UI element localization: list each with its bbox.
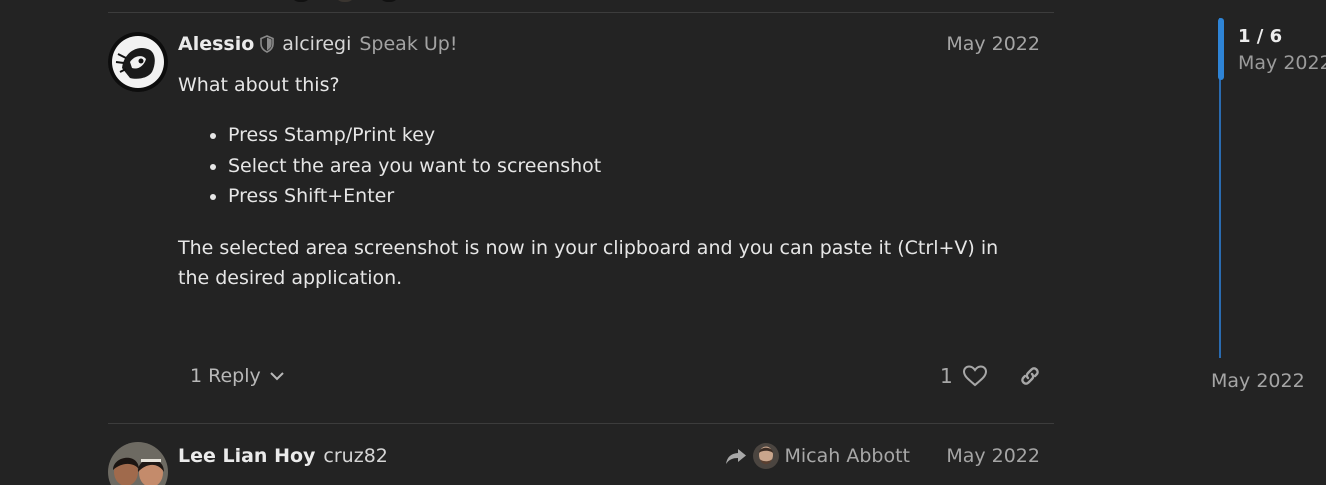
post-date[interactable]: May 2022 — [946, 442, 1040, 470]
author-full-name[interactable]: Lee Lian Hoy — [178, 445, 315, 467]
author-full-name[interactable]: Alessio — [178, 33, 254, 55]
list-item: Press Shift+Enter — [228, 181, 1028, 212]
post-body: What about this? Press Stamp/Print key S… — [178, 70, 1028, 293]
post-intro: What about this? — [178, 74, 340, 96]
timeline-position: 1 / 6 — [1238, 26, 1283, 47]
avatar[interactable] — [108, 32, 168, 92]
author-username[interactable]: alciregi — [282, 33, 351, 55]
show-replies-button[interactable]: 1 Reply — [190, 356, 285, 396]
list-item: Press Stamp/Print key — [228, 120, 1028, 151]
topic-page: Alessio alciregi Speak Up! May 2022 What… — [0, 0, 1326, 485]
author-title: Speak Up! — [359, 33, 458, 55]
heart-icon[interactable] — [962, 365, 988, 387]
avatar[interactable] — [108, 442, 168, 485]
author-username[interactable]: cruz82 — [323, 445, 387, 467]
avatar — [752, 443, 779, 469]
reply-to-tab[interactable]: Micah Abbott — [725, 442, 911, 470]
timeline-current-date: May 2022 — [1238, 52, 1326, 74]
steps-list: Press Stamp/Print key Select the area yo… — [178, 120, 1028, 212]
timeline-end-date[interactable]: May 2022 — [1211, 370, 1305, 392]
post: Alessio alciregi Speak Up! May 2022 What… — [108, 30, 1054, 420]
post-actions: 1 Reply 1 — [178, 356, 1054, 396]
share-arrow-icon — [725, 449, 746, 464]
list-item: Select the area you want to screenshot — [228, 151, 1028, 182]
post-author: Alessio alciregi Speak Up! — [178, 30, 457, 58]
chevron-down-icon — [270, 372, 284, 381]
post-divider — [108, 12, 1054, 13]
reply-to-username: Micah Abbott — [784, 445, 911, 467]
post-divider — [108, 423, 1054, 424]
post: Lee Lian Hoy cruz82 Micah Abbott May 202… — [108, 442, 1054, 485]
like-count[interactable]: 1 — [940, 356, 953, 396]
post-date[interactable]: May 2022 — [946, 30, 1040, 58]
link-icon[interactable] — [1018, 365, 1042, 387]
shield-icon — [260, 35, 275, 53]
post-conclusion: The selected area screenshot is now in y… — [178, 236, 999, 289]
replies-label: 1 Reply — [190, 365, 261, 387]
timeline-scroll-handle[interactable] — [1218, 18, 1224, 80]
post-author: Lee Lian Hoy cruz82 — [178, 442, 388, 470]
